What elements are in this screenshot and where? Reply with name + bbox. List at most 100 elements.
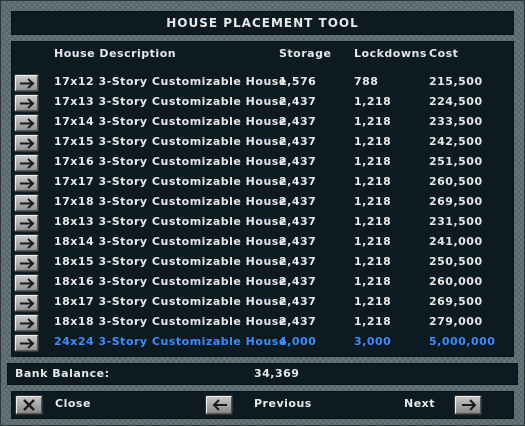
arrow-right-icon xyxy=(20,258,35,269)
arrow-right-icon xyxy=(20,238,35,249)
house-row: 18x16 3-Story Customizable House 2,437 1,2… xyxy=(11,273,514,293)
house-description: 18x16 3-Story Customizable House xyxy=(54,275,287,288)
house-storage: 2,437 xyxy=(279,315,317,328)
house-cost: 241,000 xyxy=(429,235,483,248)
select-house-button[interactable] xyxy=(14,154,39,172)
house-cost: 224,500 xyxy=(429,95,483,108)
select-house-button[interactable] xyxy=(14,74,39,92)
select-house-button[interactable] xyxy=(14,314,39,332)
house-lockdowns: 1,218 xyxy=(354,275,392,288)
house-description: 17x17 3-Story Customizable House xyxy=(54,175,287,188)
house-storage: 2,437 xyxy=(279,195,317,208)
house-storage: 2,437 xyxy=(279,135,317,148)
house-lockdowns: 1,218 xyxy=(354,95,392,108)
house-cost: 250,500 xyxy=(429,255,483,268)
house-description: 24x24 3-Story Customizable House xyxy=(54,335,287,348)
house-storage: 2,437 xyxy=(279,255,317,268)
select-house-button[interactable] xyxy=(14,214,39,232)
house-row: 17x12 3-Story Customizable House 1,576 788… xyxy=(11,73,514,93)
select-house-button[interactable] xyxy=(14,174,39,192)
house-cost: 233,500 xyxy=(429,115,483,128)
house-cost: 231,500 xyxy=(429,215,483,228)
select-house-button[interactable] xyxy=(14,94,39,112)
select-house-button[interactable] xyxy=(14,294,39,312)
footer-bar: Close Previous Next xyxy=(11,391,514,419)
house-storage: 2,437 xyxy=(279,115,317,128)
house-storage: 2,437 xyxy=(279,215,317,228)
bank-balance-label: Bank Balance: xyxy=(15,367,110,380)
house-description: 18x13 3-Story Customizable House xyxy=(54,215,287,228)
house-row: 17x13 3-Story Customizable House 2,437 1,2… xyxy=(11,93,514,113)
house-description: 17x15 3-Story Customizable House xyxy=(54,135,287,148)
house-storage: 2,437 xyxy=(279,275,317,288)
house-row: 18x15 3-Story Customizable House 2,437 1,2… xyxy=(11,253,514,273)
arrow-right-icon xyxy=(20,158,35,169)
previous-button[interactable] xyxy=(205,395,233,415)
house-cost: 5,000,000 xyxy=(429,335,496,348)
house-description: 17x12 3-Story Customizable House xyxy=(54,75,287,88)
bank-balance-bar: Bank Balance: 34,369 xyxy=(7,363,518,385)
select-house-button[interactable] xyxy=(14,234,39,252)
house-lockdowns: 788 xyxy=(354,75,379,88)
arrow-right-icon xyxy=(20,338,35,349)
close-button[interactable] xyxy=(15,395,43,415)
house-lockdowns: 1,218 xyxy=(354,195,392,208)
column-header-storage: Storage xyxy=(279,47,332,60)
house-cost: 269,500 xyxy=(429,295,483,308)
house-row: 18x18 3-Story Customizable House 2,437 1,2… xyxy=(11,313,514,333)
house-row: 17x16 3-Story Customizable House 2,437 1,2… xyxy=(11,153,514,173)
house-row: 18x17 3-Story Customizable House 2,437 1,2… xyxy=(11,293,514,313)
next-label[interactable]: Next xyxy=(404,397,435,411)
house-storage: 4,000 xyxy=(279,335,317,348)
house-lockdowns: 3,000 xyxy=(354,335,392,348)
house-cost: 260,000 xyxy=(429,275,483,288)
arrow-right-icon xyxy=(20,178,35,189)
house-storage: 2,437 xyxy=(279,95,317,108)
house-cost: 260,500 xyxy=(429,175,483,188)
house-lockdowns: 1,218 xyxy=(354,155,392,168)
house-lockdowns: 1,218 xyxy=(354,315,392,328)
house-cost: 251,500 xyxy=(429,155,483,168)
house-description: 17x13 3-Story Customizable House xyxy=(54,95,287,108)
house-lockdowns: 1,218 xyxy=(354,295,392,308)
house-description: 17x14 3-Story Customizable House xyxy=(54,115,287,128)
previous-label[interactable]: Previous xyxy=(254,397,312,411)
arrow-right-icon xyxy=(20,318,35,329)
arrow-right-icon xyxy=(20,78,35,89)
close-label[interactable]: Close xyxy=(55,397,91,411)
house-description: 17x18 3-Story Customizable House xyxy=(54,195,287,208)
house-cost: 215,500 xyxy=(429,75,483,88)
arrow-right-icon xyxy=(20,98,35,109)
house-lockdowns: 1,218 xyxy=(354,235,392,248)
house-lockdowns: 1,218 xyxy=(354,115,392,128)
column-header-description: House Description xyxy=(54,47,177,60)
house-cost: 242,500 xyxy=(429,135,483,148)
house-cost: 279,000 xyxy=(429,315,483,328)
house-row: 17x17 3-Story Customizable House 2,437 1,2… xyxy=(11,173,514,193)
select-house-button[interactable] xyxy=(14,114,39,132)
select-house-button[interactable] xyxy=(14,134,39,152)
house-lockdowns: 1,218 xyxy=(354,255,392,268)
select-house-button[interactable] xyxy=(14,254,39,272)
arrow-right-icon xyxy=(20,118,35,129)
select-house-button[interactable] xyxy=(14,194,39,212)
select-house-button[interactable] xyxy=(14,274,39,292)
house-row: 18x14 3-Story Customizable House 2,437 1,2… xyxy=(11,233,514,253)
select-house-button[interactable] xyxy=(14,334,39,352)
x-icon xyxy=(23,399,35,411)
house-lockdowns: 1,218 xyxy=(354,135,392,148)
arrow-left-icon xyxy=(212,399,227,411)
window-title: HOUSE PLACEMENT TOOL xyxy=(166,16,359,30)
house-cost: 269,500 xyxy=(429,195,483,208)
arrow-right-icon xyxy=(462,399,477,411)
arrow-right-icon xyxy=(20,138,35,149)
arrow-right-icon xyxy=(20,278,35,289)
house-description: 18x14 3-Story Customizable House xyxy=(54,235,287,248)
house-lockdowns: 1,218 xyxy=(354,175,392,188)
column-header-lockdowns: Lockdowns xyxy=(354,47,427,60)
house-storage: 1,576 xyxy=(279,75,317,88)
house-row: 17x14 3-Story Customizable House 2,437 1,2… xyxy=(11,113,514,133)
next-button[interactable] xyxy=(454,395,482,415)
bank-balance-value: 34,369 xyxy=(254,367,300,380)
house-storage: 2,437 xyxy=(279,175,317,188)
